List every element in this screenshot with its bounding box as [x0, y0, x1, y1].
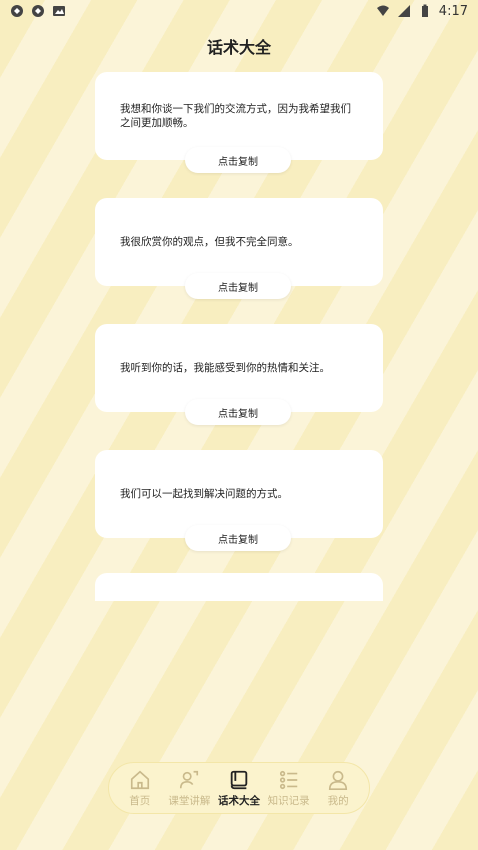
app-notification-icon	[11, 5, 23, 17]
home-icon	[130, 770, 149, 789]
phrase-card: 我想和你谈一下我们的交流方式，因为我希望我们之间更加顺畅。 点击复制	[95, 72, 383, 173]
status-bar: 4:17	[0, 0, 478, 22]
list-icon	[279, 770, 297, 789]
book-icon	[230, 770, 248, 789]
signal-icon	[397, 5, 410, 17]
tab-notes[interactable]: 知识记录	[264, 769, 314, 808]
tab-home[interactable]: 首页	[115, 769, 165, 808]
tab-profile[interactable]: 我的	[313, 769, 363, 808]
status-right: 4:17	[376, 4, 468, 19]
image-notification-icon	[53, 6, 65, 16]
phrase-text: 我很欣赏你的观点，但我不完全同意。	[120, 236, 299, 248]
phrase-card: 我们可以一起找到解决问题的方式。 点击复制	[95, 450, 383, 551]
phrase-text: 我们可以一起找到解决问题的方式。	[120, 488, 288, 500]
copy-button[interactable]: 点击复制	[185, 525, 291, 551]
phrase-text: 我听到你的话，我能感受到你的热情和关注。	[120, 362, 330, 374]
page-title: 话术大全	[206, 38, 271, 57]
tab-label: 知识记录	[267, 794, 310, 807]
copy-button[interactable]: 点击复制	[185, 273, 291, 299]
tab-label: 我的	[327, 794, 349, 807]
wifi-icon	[376, 5, 389, 16]
status-left	[10, 4, 66, 18]
teacher-icon	[180, 770, 199, 788]
tab-phrases[interactable]: 话术大全	[214, 769, 264, 808]
phrase-card-partial	[95, 573, 383, 601]
copy-button[interactable]: 点击复制	[185, 147, 291, 173]
app-notification-icon-2	[32, 5, 44, 17]
tab-lessons[interactable]: 课堂讲解	[165, 769, 215, 808]
battery-icon	[421, 4, 428, 17]
tab-label: 首页	[129, 794, 151, 807]
phrase-card: 我很欣赏你的观点，但我不完全同意。 点击复制	[95, 198, 383, 299]
bottom-tab-bar: 首页 课堂讲解 话术大全 知识记录 我的	[108, 762, 370, 814]
status-time: 4:17	[438, 3, 468, 19]
tab-label: 话术大全	[217, 794, 260, 807]
user-icon	[329, 770, 348, 790]
copy-button[interactable]: 点击复制	[185, 399, 291, 425]
phrase-list: 我想和你谈一下我们的交流方式，因为我希望我们之间更加顺畅。 点击复制 我很欣赏你…	[95, 72, 383, 576]
tab-label: 课堂讲解	[168, 794, 211, 807]
phrase-text: 我想和你谈一下我们的交流方式，因为我希望我们之间更加顺畅。	[120, 103, 351, 129]
phrase-card: 我听到你的话，我能感受到你的热情和关注。 点击复制	[95, 324, 383, 425]
